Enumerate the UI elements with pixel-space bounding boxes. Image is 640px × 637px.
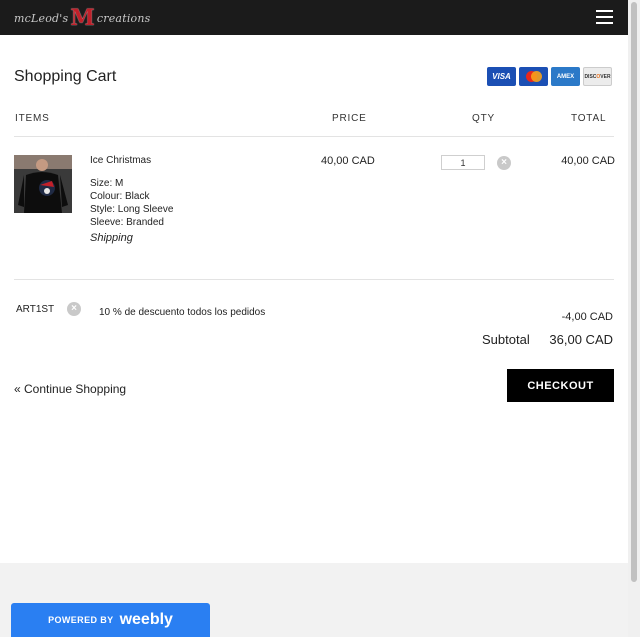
quantity-input[interactable] <box>441 155 485 170</box>
powered-by-label: POWERED BY <box>48 615 114 625</box>
logo-mark: M <box>70 5 95 31</box>
product-option-sleeve: Sleeve: Branded <box>90 217 164 228</box>
cart-page: mcLeod's M creations Shopping Cart VISA … <box>0 0 640 637</box>
logo-text-right: creations <box>96 11 151 25</box>
discount-amount: -4,00 CAD <box>561 311 613 323</box>
hamburger-menu-icon[interactable] <box>596 10 613 25</box>
vertical-scrollbar[interactable] <box>628 0 640 637</box>
remove-coupon-x-icon[interactable]: × <box>67 302 81 316</box>
coupon-description: 10 % de descuento todos los pedidos <box>99 307 266 318</box>
payment-cards: VISA AMEX DISC O VER <box>487 67 612 86</box>
product-thumbnail[interactable] <box>14 155 72 213</box>
page-title: Shopping Cart <box>14 68 117 85</box>
product-name[interactable]: Ice Christmas <box>90 155 151 166</box>
checkout-button[interactable]: CHECKOUT <box>507 369 614 402</box>
product-option-size: Size: M <box>90 178 124 189</box>
site-logo[interactable]: mcLeod's M creations <box>14 6 150 30</box>
coupon-code: ART1ST <box>16 304 55 315</box>
column-header-price: PRICE <box>332 113 367 124</box>
powered-by-weebly-badge[interactable]: POWERED BY weebly <box>11 603 210 637</box>
subtotal-label: Subtotal <box>482 332 530 347</box>
shipping-label: Shipping <box>90 232 133 244</box>
logo-text-left: mcLeod's <box>14 11 69 25</box>
item-price: 40,00 CAD <box>321 155 375 167</box>
item-total: 40,00 CAD <box>561 155 615 167</box>
column-header-items: ITEMS <box>15 113 50 124</box>
item-divider <box>14 279 614 280</box>
discover-card-icon: DISC O VER <box>583 67 612 86</box>
product-option-style: Style: Long Sleeve <box>90 204 174 215</box>
mastercard-icon <box>519 67 548 86</box>
visa-card-icon: VISA <box>487 67 516 86</box>
header-divider <box>14 136 614 137</box>
product-option-colour: Colour: Black <box>90 191 150 202</box>
site-header: mcLeod's M creations <box>0 0 628 35</box>
scrollbar-thumb[interactable] <box>631 2 637 582</box>
continue-shopping-link[interactable]: « Continue Shopping <box>14 382 126 396</box>
column-header-total: TOTAL <box>571 113 607 124</box>
amex-card-icon: AMEX <box>551 67 580 86</box>
column-header-qty: QTY <box>472 113 495 124</box>
weebly-logo: weebly <box>119 611 173 628</box>
remove-x-icon[interactable]: × <box>497 156 511 170</box>
subtotal-value: 36,00 CAD <box>549 332 613 347</box>
